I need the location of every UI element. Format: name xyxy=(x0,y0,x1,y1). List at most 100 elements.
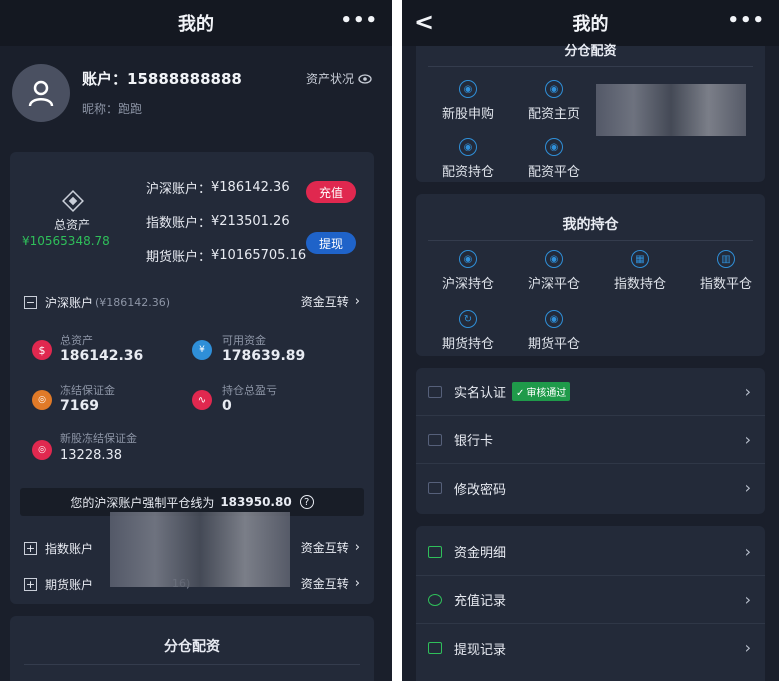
list-item-label: 修改密码 xyxy=(454,482,507,498)
chevron-right-icon: › xyxy=(744,430,751,449)
account-futures-label: 期货账户： xyxy=(146,250,212,265)
id-card-icon xyxy=(428,385,442,398)
left-header: 我的 ••• xyxy=(0,0,392,46)
hs-account-title: 沪深账户 xyxy=(45,296,94,310)
account-futures-value: ¥10165705.16 xyxy=(211,248,307,263)
chevron-right-icon: › xyxy=(744,478,751,497)
verified-badge: ✓ 审核通过 xyxy=(512,382,571,401)
chevron-right-icon: › xyxy=(744,590,751,609)
expand-icon[interactable]: + xyxy=(24,578,37,591)
page-title: 我的 xyxy=(572,14,609,35)
back-icon[interactable]: < xyxy=(414,8,434,36)
recharge-button[interactable]: 充值 xyxy=(306,181,356,203)
help-icon[interactable]: ? xyxy=(299,495,314,509)
more-icon[interactable]: ••• xyxy=(340,10,378,31)
bar-chart-icon: ▥ xyxy=(717,250,735,268)
diamond-icon xyxy=(62,190,84,212)
avatar[interactable] xyxy=(12,64,70,122)
ledger-icon xyxy=(428,545,442,558)
allocation-card: 分仓配资 xyxy=(10,616,374,681)
asset-status-toggle[interactable]: 资产状况 xyxy=(306,70,372,87)
withdraw-button[interactable]: 提现 xyxy=(306,232,356,254)
futures-account-header[interactable]: + 期货账户 xyxy=(24,576,93,593)
wallet-icon: ¥ xyxy=(192,340,212,360)
position-icon: ◉ xyxy=(459,138,477,156)
fund-transfer-link-3[interactable]: 资金互转 › xyxy=(301,575,360,592)
collapse-icon[interactable]: − xyxy=(24,296,37,309)
menu-futures-close[interactable]: ◉ 期货平仓 xyxy=(514,310,594,352)
home-icon: ◉ xyxy=(545,80,563,98)
chevron-right-icon: › xyxy=(744,542,751,561)
close-position-icon: ◉ xyxy=(545,250,563,268)
list-item-bank-card[interactable]: 银行卡 › xyxy=(416,416,765,464)
fund-transfer-link-2[interactable]: 资金互转 › xyxy=(301,539,360,556)
menu-hs-close[interactable]: ◉ 沪深平仓 xyxy=(514,250,594,292)
account-hs-value: ¥186142.36 xyxy=(211,180,290,195)
frozen-coins-icon: ◎ xyxy=(32,440,52,460)
index-account-header[interactable]: + 指数账户 xyxy=(24,540,93,557)
chart-icon: ▦ xyxy=(631,250,649,268)
asset-status-label: 资产状况 xyxy=(305,72,354,86)
fund-transfer-label-2: 资金互转 xyxy=(300,541,349,555)
list-item-label: 提现记录 xyxy=(454,642,507,658)
asset-card: 总资产 ¥10565348.78 沪深账户： ¥186142.36 指数账户： … xyxy=(10,152,374,604)
fund-transfer-link[interactable]: 资金互转 › xyxy=(301,293,360,310)
list-item-fund-detail[interactable]: 资金明细 › xyxy=(416,528,765,576)
page-title: 我的 xyxy=(178,14,214,35)
list-item-verification[interactable]: 实名认证 ✓ 审核通过 › xyxy=(416,368,765,416)
expand-icon[interactable]: + xyxy=(24,542,37,555)
hs-account-header[interactable]: − 沪深账户 (¥186142.36) xyxy=(24,294,170,311)
nickname-value: 跑跑 xyxy=(118,102,143,116)
stat-pnl-label: 持仓总盈亏 xyxy=(222,384,277,397)
hs-account-amount: (¥186142.36) xyxy=(95,296,171,309)
left-screen: 我的 ••• 账户： 15888888888 昵称： 跑跑 资产状况 总资产 ¥… xyxy=(0,0,392,681)
chevron-right-icon: › xyxy=(744,638,751,657)
nickname-label: 昵称： xyxy=(82,102,119,116)
money-bag-icon: $ xyxy=(32,340,52,360)
security-list: 实名认证 ✓ 审核通过 › 银行卡 › 修改密码 › xyxy=(416,368,765,514)
recharge-icon xyxy=(428,593,442,606)
stat-pnl-value: 0 xyxy=(222,398,232,414)
withdraw-icon xyxy=(428,642,442,654)
stat-frozen-label: 冻结保证金 xyxy=(60,384,115,397)
index-account-title: 指数账户 xyxy=(45,542,94,556)
list-item-label: 实名认证 xyxy=(454,386,507,401)
holdings-section-title: 我的持仓 xyxy=(562,217,619,233)
stat-total-label: 总资产 xyxy=(60,334,93,347)
list-item-withdraw-records[interactable]: 提现记录 › xyxy=(416,624,765,672)
list-item-label: 银行卡 xyxy=(454,434,494,449)
account-index-value: ¥213501.26 xyxy=(211,214,290,229)
menu-allocation-position[interactable]: ◉ 配资持仓 xyxy=(428,138,508,180)
coins-icon: ◎ xyxy=(32,390,52,410)
allocation-section-title: 分仓配资 xyxy=(564,44,617,59)
account-label: 账户： xyxy=(82,70,128,88)
account-futures-line: 期货账户： ¥10165705.16 xyxy=(146,246,306,265)
menu-allocation-close[interactable]: ◉ 配资平仓 xyxy=(514,138,594,180)
refresh-icon: ↻ xyxy=(459,310,477,328)
pulse-icon: ∿ xyxy=(192,390,212,410)
list-item-label: 充值记录 xyxy=(454,594,507,609)
fund-transfer-label: 资金互转 xyxy=(300,295,349,309)
records-list: 资金明细 › 充值记录 › 提现记录 › xyxy=(416,526,765,681)
pixelated-watermark xyxy=(596,84,746,136)
stat-ipo-frozen-value: 13228.38 xyxy=(60,448,123,463)
list-item-change-password[interactable]: 修改密码 › xyxy=(416,464,765,512)
menu-index-holding[interactable]: ▦ 指数持仓 xyxy=(600,250,680,292)
right-screen: < 我的 ••• 分仓配资 ◉ 新股申购 ◉ 配资主页 ◉ 配资持仓 ◉ 配资平… xyxy=(402,0,779,681)
menu-hs-holding[interactable]: ◉ 沪深持仓 xyxy=(428,250,508,292)
menu-ipo[interactable]: ◉ 新股申购 xyxy=(428,80,508,122)
chevron-right-icon: › xyxy=(744,382,751,401)
stat-frozen-value: 7169 xyxy=(60,398,99,414)
list-item-recharge-records[interactable]: 充值记录 › xyxy=(416,576,765,624)
menu-futures-holding[interactable]: ↻ 期货持仓 xyxy=(428,310,508,352)
fund-transfer-label-3: 资金互转 xyxy=(300,577,349,591)
futures-account-title: 期货账户 xyxy=(45,578,94,592)
stat-available-value: 178639.89 xyxy=(222,348,306,364)
more-icon[interactable]: ••• xyxy=(727,10,765,31)
menu-index-close[interactable]: ▥ 指数平仓 xyxy=(686,250,766,292)
holding-icon: ◉ xyxy=(459,250,477,268)
bank-card-icon xyxy=(428,433,442,446)
stat-available-label: 可用资金 xyxy=(222,334,266,347)
chevron-right-icon: › xyxy=(354,294,360,309)
menu-allocation-home[interactable]: ◉ 配资主页 xyxy=(514,80,594,122)
